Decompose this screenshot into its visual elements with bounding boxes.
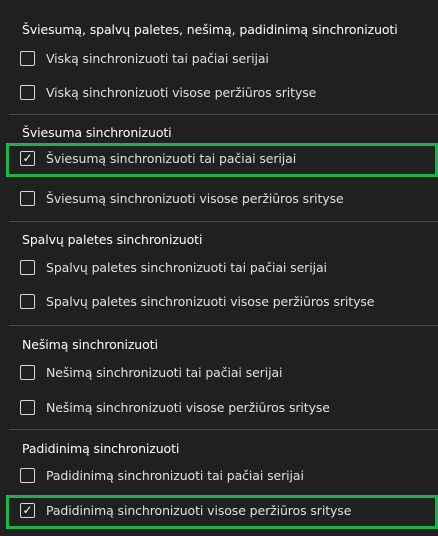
option-sync-brightness-viewports[interactable]: Šviesumą sinchronizuoti visose peržiūros… (9, 186, 435, 214)
checkbox-checked-icon[interactable]: ✓ (20, 151, 35, 166)
section-divider (9, 114, 438, 115)
option-sync-all-same-series[interactable]: Viską sinchronizuoti tai pačiai serijai (9, 46, 435, 74)
option-label: Spalvų paletes sinchronizuoti tai pačiai… (46, 260, 327, 275)
checkbox-icon[interactable] (20, 191, 35, 206)
option-sync-all-viewports[interactable]: Viską sinchronizuoti visose peržiūros sr… (9, 80, 435, 108)
option-sync-pan-same-series[interactable]: Nešimą sinchronizuoti tai pačiai serijai (9, 360, 435, 388)
option-sync-palettes-viewports[interactable]: Spalvų paletes sinchronizuoti visose per… (9, 289, 435, 317)
option-label: Padidinimą sinchronizuoti tai pačiai ser… (46, 468, 304, 483)
option-label: Nešimą sinchronizuoti visose peržiūros s… (46, 400, 330, 415)
option-label: Šviesumą sinchronizuoti tai pačiai serij… (46, 151, 297, 166)
option-sync-palettes-same-series[interactable]: Spalvų paletes sinchronizuoti tai pačiai… (9, 255, 435, 283)
sync-settings-panel: Šviesumą, spalvų paletes, nešimą, padidi… (0, 0, 438, 536)
option-sync-zoom-viewports[interactable]: ✓ Padidinimą sinchronizuoti visose perži… (6, 495, 438, 529)
option-label: Nešimą sinchronizuoti tai pačiai serijai (46, 365, 283, 380)
section-divider (9, 429, 438, 430)
section-title-all: Šviesumą, spalvų paletes, nešimą, padidi… (22, 22, 398, 37)
option-label: Viską sinchronizuoti visose peržiūros sr… (46, 85, 317, 100)
option-label: Viską sinchronizuoti tai pačiai serijai (46, 51, 269, 66)
section-title-brightness: Šviesuma sinchronizuoti (22, 125, 172, 140)
checkbox-icon[interactable] (20, 400, 35, 415)
option-sync-brightness-same-series[interactable]: ✓ Šviesumą sinchronizuoti tai pačiai ser… (6, 143, 438, 177)
checkbox-icon[interactable] (20, 51, 35, 66)
checkbox-icon[interactable] (20, 468, 35, 483)
checkbox-checked-icon[interactable]: ✓ (20, 503, 35, 518)
checkbox-icon[interactable] (20, 260, 35, 275)
section-title-zoom: Padidinimą sinchronizuoti (22, 441, 180, 456)
section-title-palettes: Spalvų paletes sinchronizuoti (22, 232, 203, 247)
section-divider (9, 221, 438, 222)
checkbox-icon[interactable] (20, 294, 35, 309)
checkbox-icon[interactable] (20, 85, 35, 100)
option-label: Padidinimą sinchronizuoti visose peržiūr… (46, 503, 352, 518)
option-label: Spalvų paletes sinchronizuoti visose per… (46, 294, 375, 309)
section-divider (9, 325, 438, 326)
option-sync-zoom-same-series[interactable]: Padidinimą sinchronizuoti tai pačiai ser… (9, 463, 435, 491)
section-title-pan: Nešimą sinchronizuoti (22, 337, 158, 352)
option-label: Šviesumą sinchronizuoti visose peržiūros… (46, 191, 344, 206)
option-sync-pan-viewports[interactable]: Nešimą sinchronizuoti visose peržiūros s… (9, 395, 435, 423)
checkbox-icon[interactable] (20, 365, 35, 380)
